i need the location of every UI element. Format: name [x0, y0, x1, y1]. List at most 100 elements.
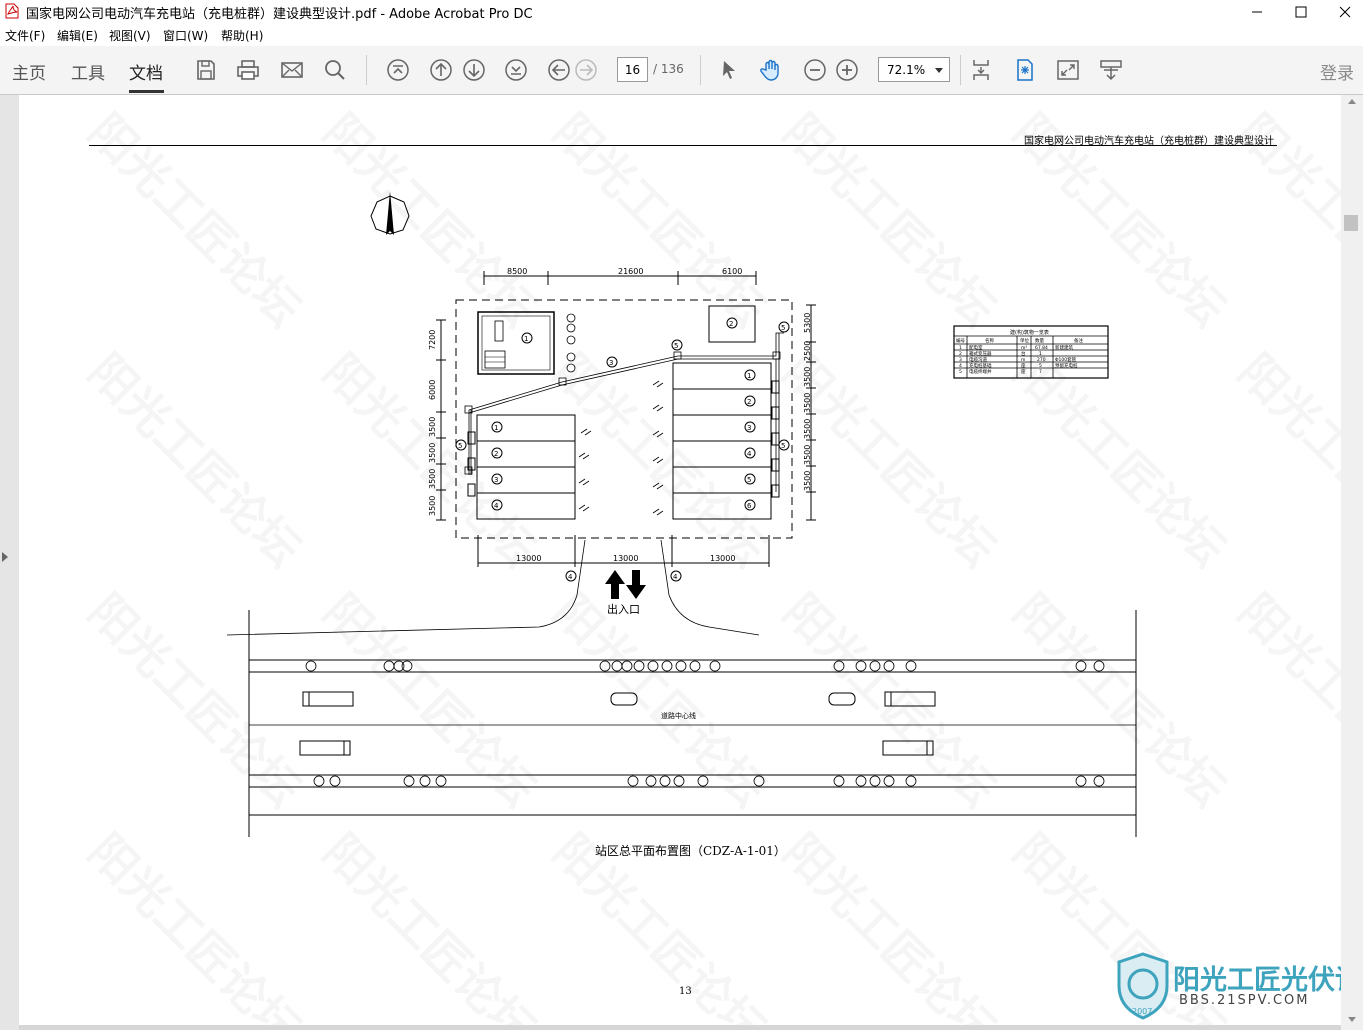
page-number-input[interactable]: 16: [617, 57, 648, 82]
last-page-icon[interactable]: [503, 57, 529, 83]
svg-text:配电室: 配电室: [969, 344, 983, 351]
search-icon[interactable]: [322, 57, 348, 83]
access-lane: [226, 539, 760, 636]
svg-text:6: 6: [747, 502, 752, 510]
svg-text:2007: 2007: [1132, 1007, 1152, 1016]
forward-view-icon: [573, 57, 599, 83]
road-centerline-label: 道路中心线: [661, 711, 696, 720]
svg-text:箱式变压器: 箱式变压器: [969, 350, 992, 357]
forum-logo: 2007 阳光工匠光伏论坛 BBS.21SPV.COM: [1115, 952, 1363, 1022]
scrollbar-thumb[interactable]: [1344, 215, 1358, 231]
svg-text:67.84: 67.84: [1035, 345, 1048, 351]
print-icon[interactable]: [235, 57, 261, 83]
toolbar-divider: [960, 55, 961, 85]
svg-text:2: 2: [494, 450, 498, 458]
zoom-value: 72.1%: [887, 63, 926, 77]
first-page-icon[interactable]: [385, 57, 411, 83]
dim-right-1: 5300: [803, 313, 812, 333]
tab-tools[interactable]: 工具: [71, 59, 105, 84]
menu-file[interactable]: 文件(F): [5, 27, 45, 44]
dim-right-4: 3500: [803, 393, 812, 413]
table-rows: 1 配电室 m² 67.84 新建建筑 2 箱式变压器 台 1 3 电缆沟道 m 270 Φ100套管…: [959, 344, 1078, 375]
window-title: 国家电网公司电动汽车充电站（充电桩群）建设典型设计.pdf - Adobe Ac…: [26, 7, 533, 22]
dim-left-5: 3500: [428, 469, 437, 489]
dim-left-1: 7200: [428, 330, 437, 350]
tab-document[interactable]: 文档: [129, 59, 163, 84]
dim-left-6: 3500: [428, 496, 437, 516]
north-arrow-icon: [370, 191, 410, 235]
svg-text:1: 1: [1039, 351, 1042, 357]
dim-right-2: 2500: [803, 341, 812, 361]
minimize-button[interactable]: [1234, 0, 1280, 24]
next-page-icon[interactable]: [461, 57, 487, 83]
entrance-label: 出入口: [607, 602, 640, 616]
scroll-up-icon[interactable]: [1348, 99, 1356, 104]
page-number: 13: [679, 986, 692, 997]
svg-text:7: 7: [1039, 369, 1042, 375]
save-icon[interactable]: [193, 57, 219, 83]
active-tab-indicator: [129, 90, 164, 93]
zoom-in-icon[interactable]: [834, 57, 860, 83]
read-mode-icon[interactable]: [1098, 57, 1124, 83]
svg-text:新建建筑: 新建建筑: [1055, 344, 1073, 351]
svg-text:预留充电桩: 预留充电桩: [1055, 362, 1078, 369]
svg-text:3: 3: [747, 424, 751, 432]
back-view-icon[interactable]: [546, 57, 572, 83]
dim-top-3: 6100: [722, 267, 742, 276]
svg-text:1: 1: [494, 424, 498, 432]
expand-panel-icon[interactable]: [2, 552, 8, 562]
svg-text:1: 1: [524, 335, 528, 343]
login-link[interactable]: 登录: [1320, 59, 1354, 84]
maximize-button[interactable]: [1278, 0, 1324, 24]
svg-text:1: 1: [959, 345, 962, 351]
select-cursor-icon[interactable]: [716, 57, 742, 83]
menu-help[interactable]: 帮助(H): [221, 27, 263, 44]
figure-caption: 站区总平面布置图（CDZ-A-1-01）: [595, 844, 786, 858]
svg-text:4: 4: [747, 450, 752, 458]
fit-page-icon[interactable]: [1012, 57, 1038, 83]
scroll-mode-icon[interactable]: [968, 57, 994, 83]
menu-window[interactable]: 窗口(W): [163, 27, 208, 44]
svg-text:Φ100套管: Φ100套管: [1055, 356, 1077, 363]
close-window-button[interactable]: [1322, 0, 1363, 24]
tab-home[interactable]: 主页: [12, 59, 46, 84]
table-header-note: 备注: [1074, 337, 1083, 344]
email-icon[interactable]: [279, 57, 305, 83]
site-plan-drawing: 8500 21600 6100 7200 6000 3500 3500 3500…: [226, 191, 1137, 837]
menu-edit[interactable]: 编辑(E): [57, 27, 98, 44]
dim-left-3: 3500: [428, 417, 437, 437]
svg-text:4: 4: [494, 502, 499, 510]
dim-bottom-3: 13000: [710, 554, 735, 563]
hand-tool-icon[interactable]: [758, 57, 784, 83]
svg-text:座: 座: [1021, 368, 1026, 375]
dim-right-6: 3500: [803, 445, 812, 465]
left-panel-toggle[interactable]: [0, 95, 19, 1030]
svg-text:5: 5: [674, 342, 678, 350]
svg-text:3: 3: [609, 359, 613, 367]
menu-bar: 文件(F) 编辑(E) 视图(V) 窗口(W) 帮助(H): [0, 24, 1363, 46]
zoom-select[interactable]: 72.1%: [878, 57, 950, 82]
toolbar-divider: [366, 55, 367, 85]
vertical-scrollbar[interactable]: [1341, 95, 1363, 1030]
dim-top-1: 8500: [507, 267, 527, 276]
full-screen-icon[interactable]: [1055, 57, 1081, 83]
svg-text:3: 3: [494, 476, 498, 484]
svg-text:5: 5: [1039, 363, 1042, 369]
dim-right-7: 3500: [803, 471, 812, 491]
svg-text:电缆终端井: 电缆终端井: [969, 368, 992, 375]
zoom-out-icon[interactable]: [802, 57, 828, 83]
cable-trench: [464, 332, 784, 492]
previous-page-icon[interactable]: [428, 57, 454, 83]
svg-text:2: 2: [959, 351, 962, 357]
acrobat-icon: [5, 3, 19, 19]
svg-text:座: 座: [1021, 362, 1026, 369]
toolbar-divider: [700, 55, 701, 85]
logo-url: BBS.21SPV.COM: [1179, 993, 1310, 1008]
menu-view[interactable]: 视图(V): [109, 27, 151, 44]
table-title: 建(构)筑物一览表: [1010, 329, 1049, 336]
logo-text: 阳光工匠光伏论坛: [1173, 965, 1363, 996]
entrance-arrows-icon: [605, 570, 646, 599]
scroll-down-icon[interactable]: [1348, 1017, 1356, 1022]
svg-text:270: 270: [1037, 357, 1046, 363]
svg-text:5: 5: [781, 442, 785, 450]
